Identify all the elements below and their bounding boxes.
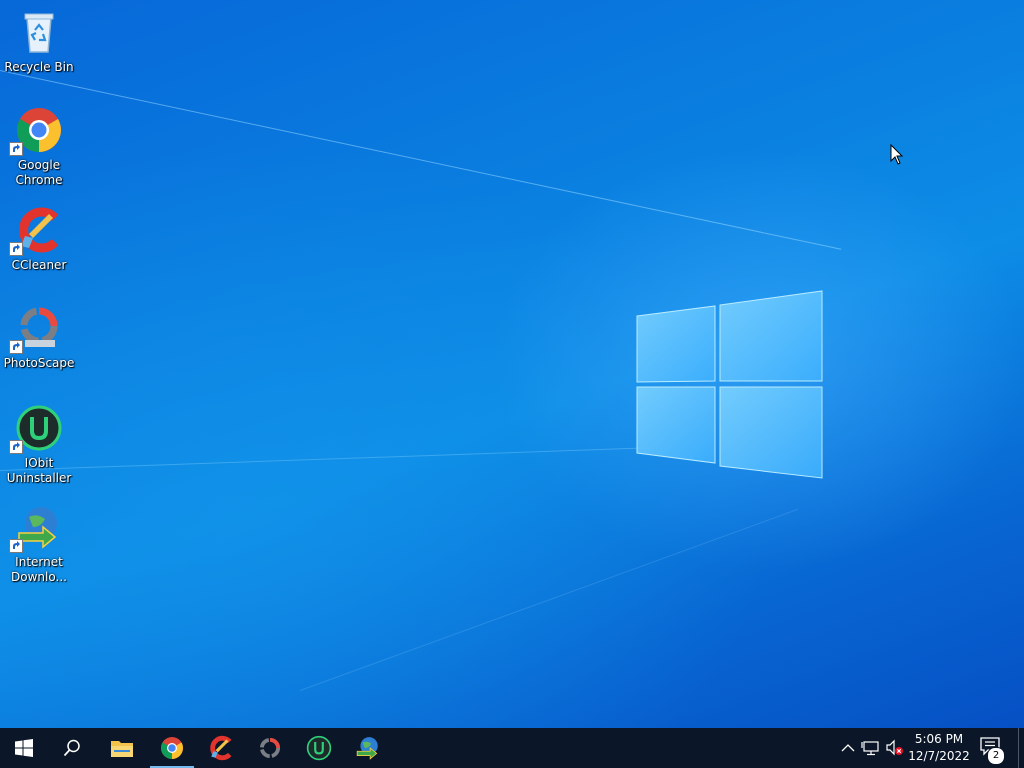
desktop-icon-iobit-uninstaller[interactable]: IObit Uninstaller	[2, 404, 76, 486]
ccleaner-icon	[210, 735, 232, 761]
taskbar-google-chrome[interactable]	[148, 728, 196, 768]
chrome-icon	[161, 737, 183, 759]
shortcut-arrow-icon	[9, 142, 23, 156]
volume-muted-icon	[886, 739, 903, 756]
taskbar-iobit-uninstaller[interactable]	[295, 728, 343, 768]
taskbar-ccleaner[interactable]	[197, 728, 245, 768]
internet-download-manager-icon	[356, 737, 378, 760]
network-button[interactable]	[861, 738, 881, 758]
shortcut-arrow-icon	[9, 242, 23, 256]
desktop-icon-photoscape[interactable]: PhotoScape	[2, 304, 76, 371]
volume-button[interactable]	[885, 738, 905, 758]
search-button[interactable]	[48, 728, 96, 768]
shortcut-arrow-icon	[9, 440, 23, 454]
shortcut-arrow-icon	[9, 340, 23, 354]
clock[interactable]: 5:06 PM 12/7/2022	[905, 731, 973, 765]
desktop-icon-ccleaner[interactable]: CCleaner	[2, 206, 76, 273]
internet-download-manager-icon	[9, 503, 63, 553]
show-hidden-icons-button[interactable]	[838, 738, 858, 758]
shortcut-arrow-icon	[9, 539, 23, 553]
desktop-icon-recycle-bin[interactable]: Recycle Bin	[2, 8, 76, 75]
windows-logo-wallpaper	[636, 290, 823, 479]
taskbar: 5:06 PM 12/7/2022 2	[0, 728, 1024, 768]
network-disconnected-icon	[861, 741, 879, 756]
mouse-pointer-icon	[890, 144, 904, 165]
show-desktop-button[interactable]	[1018, 728, 1024, 768]
chevron-up-icon	[841, 744, 855, 752]
windows-start-icon	[15, 739, 33, 757]
search-icon	[63, 739, 80, 757]
desktop-icon-google-chrome[interactable]: Google Chrome	[2, 106, 76, 188]
taskbar-internet-download-manager[interactable]	[344, 728, 392, 768]
desktop-icon-label: CCleaner	[11, 258, 67, 272]
recycle-bin-icon	[15, 8, 63, 56]
clock-time: 5:06 PM	[914, 732, 964, 746]
chrome-icon	[9, 106, 63, 156]
clock-date: 12/7/2022	[908, 749, 970, 763]
desktop-icon-label: PhotoScape	[3, 356, 75, 370]
iobit-uninstaller-icon	[9, 404, 63, 454]
photoscape-icon	[9, 304, 63, 354]
taskbar-file-explorer[interactable]	[98, 728, 146, 768]
desktop-icon-label: Internet Downlo...	[11, 555, 67, 584]
start-button[interactable]	[0, 728, 48, 768]
desktop-icon-label: Google Chrome	[15, 158, 63, 187]
photoscape-icon	[259, 737, 281, 759]
taskbar-photoscape[interactable]	[246, 728, 294, 768]
folder-icon	[111, 741, 133, 757]
desktop-icon-label: IObit Uninstaller	[6, 456, 72, 485]
desktop-icon-label: Recycle Bin	[4, 60, 74, 74]
desktop[interactable]: Recycle Bin Google Chrome CCleaner Photo…	[0, 0, 1024, 728]
notification-count-badge: 2	[987, 747, 1005, 765]
desktop-icon-internet-download-manager[interactable]: Internet Downlo...	[2, 503, 76, 585]
ccleaner-icon	[9, 206, 63, 256]
iobit-uninstaller-icon	[306, 735, 332, 761]
